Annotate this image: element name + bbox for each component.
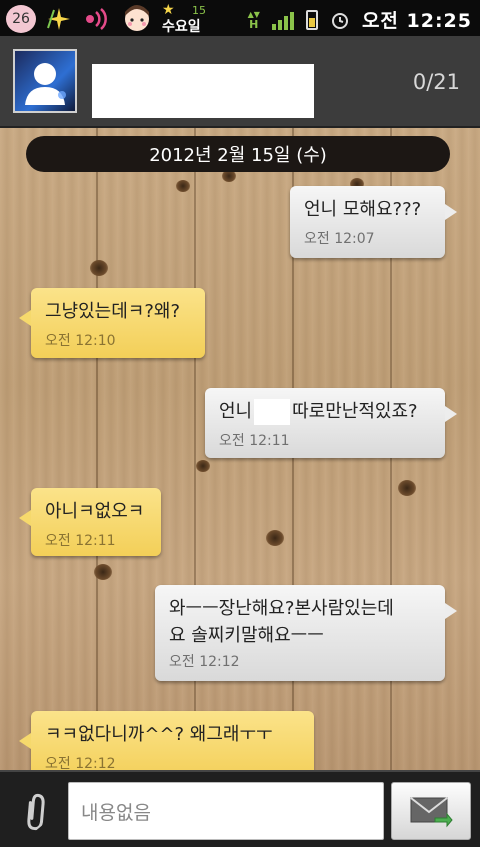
message-time: 오전 12:07: [304, 231, 375, 247]
send-button[interactable]: [391, 782, 471, 840]
incoming-message[interactable]: ㅋㅋ없다니까^^? 왜그래ㅜㅜ 오전 12:12: [19, 711, 314, 770]
message-text: 와ㅡㅡ장난해요?본사람있는데 요 솔찌키말해요ㅡㅡ: [169, 598, 394, 646]
character-counter: 0/21: [412, 70, 460, 94]
wood-knot: [90, 260, 108, 276]
message-time: 오전 12:10: [45, 333, 116, 349]
network-hspa-icon: ▲▼ H: [247, 9, 260, 31]
alarm-clock-icon: [331, 12, 348, 29]
wood-knot: [398, 480, 416, 496]
sparkle-icon: [47, 8, 70, 30]
message-text: 아니ㅋ없오ㅋ: [45, 501, 145, 522]
message-time: 오전 12:12: [169, 654, 240, 670]
status-clock: 오전 12:25: [361, 10, 472, 32]
incoming-message[interactable]: 아니ㅋ없오ㅋ 오전 12:11: [19, 488, 161, 556]
paperclip-icon[interactable]: [9, 785, 60, 836]
notification-ring-icon: [86, 8, 107, 30]
incoming-message[interactable]: 그냥있는데ㅋ?왜? 오전 12:10: [19, 288, 205, 358]
message-list[interactable]: 2012년 2월 15일 (수) 언니 모해요??? 오전 12:07 그냥있는…: [0, 128, 480, 770]
outgoing-message[interactable]: 언니 따로만난적있죠? 오전 12:11: [205, 388, 457, 458]
chat-header: 0/21: [0, 36, 480, 128]
composer-bar: 내용없음: [0, 770, 480, 847]
message-text: ㅋㅋ없다니까^^? 왜그래ㅜㅜ: [45, 724, 273, 745]
wood-knot: [266, 530, 284, 546]
message-time: 오전 12:12: [45, 756, 116, 770]
message-text: 언니 모해요???: [304, 199, 422, 220]
status-bar: 26 ★ 15 수요일 ▲▼ H 오전 12:25: [0, 0, 480, 36]
outgoing-message[interactable]: 와ㅡㅡ장난해요?본사람있는데 요 솔찌키말해요ㅡㅡ 오전 12:12: [155, 585, 457, 681]
wood-knot: [196, 460, 210, 472]
message-text: 언니 따로만난적있죠?: [219, 398, 431, 426]
message-text: 그냥있는데ㅋ?왜?: [45, 301, 181, 322]
message-time: 오전 12:11: [45, 533, 116, 549]
wood-knot: [176, 180, 190, 192]
contact-avatar[interactable]: [13, 49, 77, 113]
message-time: 오전 12:11: [219, 433, 290, 449]
battery-icon: [305, 9, 318, 30]
girl-sticker-icon: [125, 5, 149, 31]
redacted-name: [254, 399, 291, 425]
contact-name-redacted: [92, 64, 314, 118]
signal-strength-icon: [271, 10, 294, 30]
message-input[interactable]: 내용없음: [68, 782, 384, 840]
calendar-date-badge: 26: [6, 5, 36, 33]
date-divider: 2012년 2월 15일 (수): [26, 136, 450, 172]
weekday-sticker: ★ 15 수요일: [162, 2, 206, 35]
envelope-send-icon: [410, 797, 453, 828]
outgoing-message[interactable]: 언니 모해요??? 오전 12:07: [290, 186, 457, 258]
wood-knot: [94, 564, 112, 580]
default-person-icon: [25, 63, 66, 105]
